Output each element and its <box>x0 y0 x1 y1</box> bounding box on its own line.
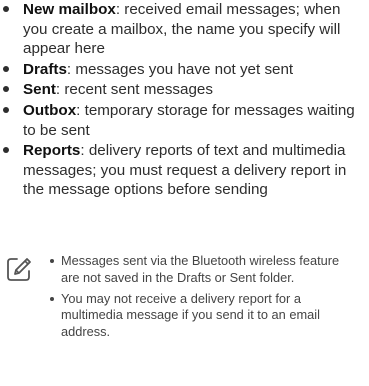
bullet-icon <box>50 296 54 301</box>
note-list: Messages sent via the Bluetooth wireless… <box>50 253 350 345</box>
list-item: New mailbox: received email messages; wh… <box>0 0 369 59</box>
pencil-note-icon <box>7 258 31 281</box>
bullet-icon <box>3 86 9 93</box>
note-item: You may not receive a delivery report fo… <box>50 291 350 341</box>
folder-description: : messages you have not yet sent <box>66 60 294 78</box>
note-item: Messages sent via the Bluetooth wireless… <box>50 253 350 287</box>
list-item: Outbox: temporary storage for messages w… <box>0 101 369 140</box>
list-item: Reports: delivery reports of text and mu… <box>0 141 369 200</box>
list-item: Drafts: messages you have not yet sent <box>0 60 369 80</box>
folder-term: Reports <box>23 142 81 160</box>
folder-term: Outbox <box>23 101 77 119</box>
folder-term: New mailbox <box>23 1 116 18</box>
note-block: Messages sent via the Bluetooth wireless… <box>0 253 369 386</box>
bullet-icon <box>3 6 9 12</box>
note-text: You may not receive a delivery report fo… <box>61 290 320 340</box>
note-text: Messages sent via the Bluetooth wireless… <box>61 253 340 285</box>
folder-description: : recent sent messages <box>55 81 213 99</box>
page: New mailbox: received email messages; wh… <box>0 0 369 386</box>
bullet-icon <box>3 106 9 113</box>
folder-term: Sent <box>23 81 56 99</box>
bullet-icon <box>3 147 9 154</box>
folder-term: Drafts <box>23 60 67 78</box>
bullet-icon <box>3 65 9 72</box>
list-item: Sent: recent sent messages <box>0 80 369 100</box>
folder-list: New mailbox: received email messages; wh… <box>0 0 369 201</box>
bullet-icon <box>50 259 54 263</box>
